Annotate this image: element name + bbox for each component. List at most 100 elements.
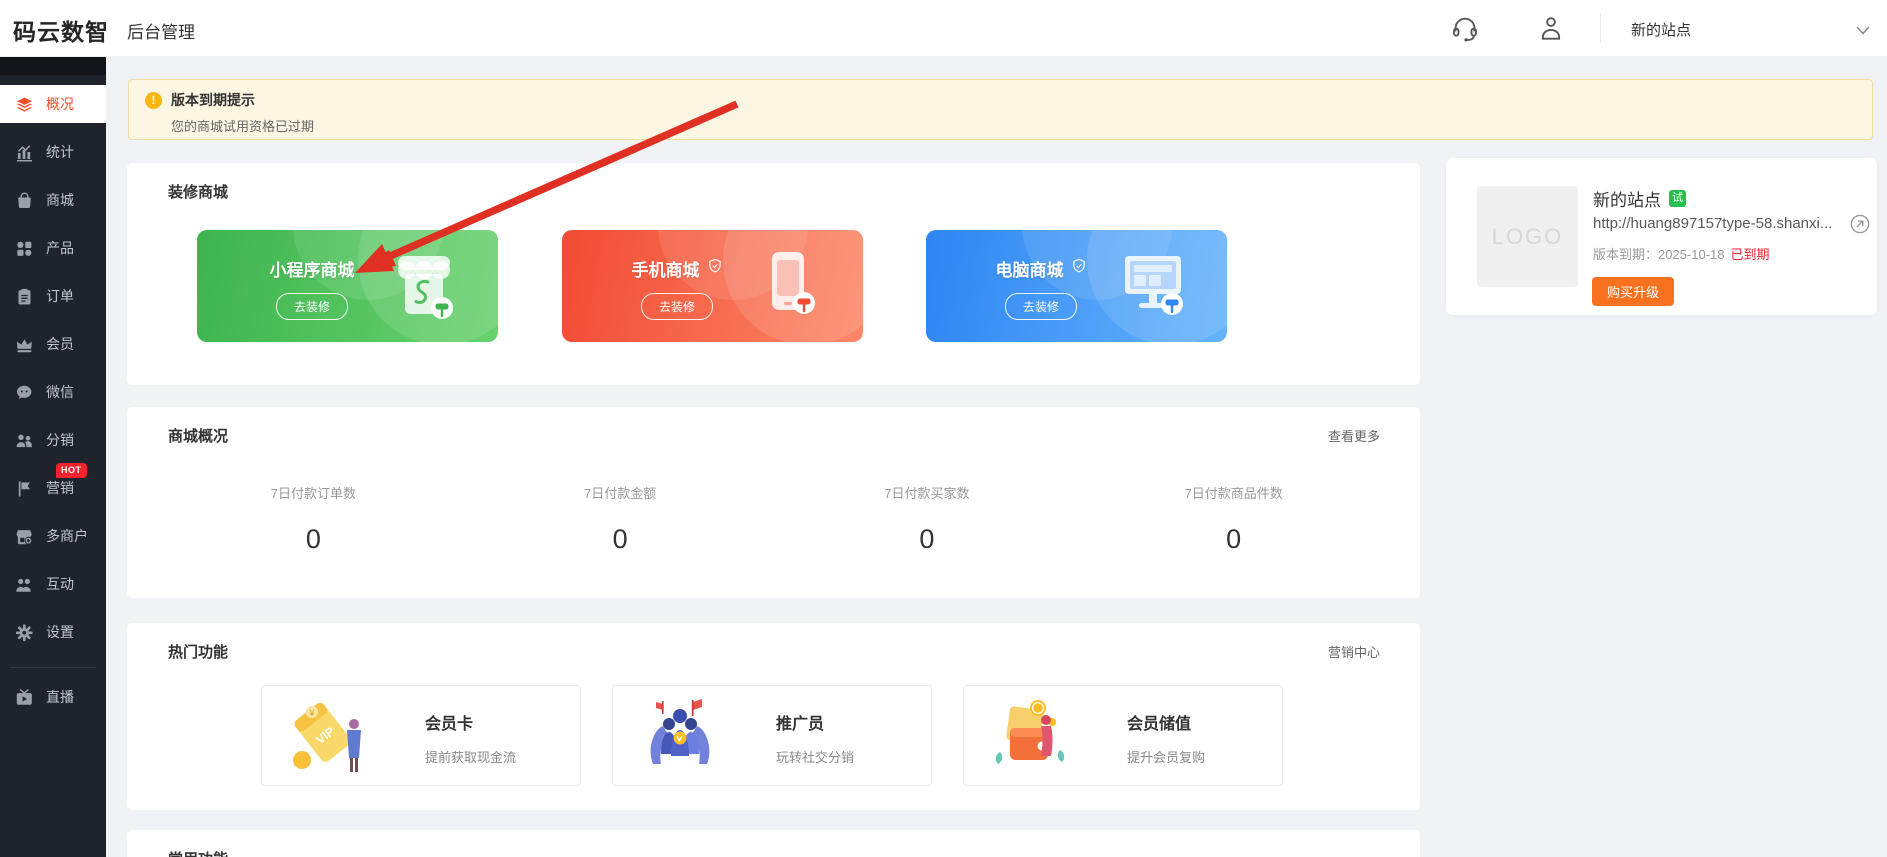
site-switcher[interactable]: 新的站点 (1631, 19, 1691, 40)
sidebar-item-label: 统计 (46, 142, 74, 162)
hot-panel-title: 热门功能 (168, 641, 228, 662)
sidebar-item-mall[interactable]: 商城 (0, 181, 106, 219)
decorate-panel-title: 装修商城 (168, 181, 228, 202)
storefront-icon (392, 248, 456, 324)
stat-0: 7日付款订单数 0 (160, 483, 467, 555)
sidebar-nav: 概况统计商城产品订单会员微信分销营销HOT 多商户互动设置直播 (0, 57, 106, 857)
store-plus-icon (15, 527, 34, 546)
wechat-icon (15, 383, 34, 402)
feature-card-member-card[interactable]: VIP ¥ 会员卡提前获取现金流 (261, 685, 581, 786)
sidebar-item-wechat[interactable]: 微信 (0, 373, 106, 411)
sidebar-item-label: 分销 (46, 430, 74, 450)
stat-label: 7日付款商品件数 (1080, 483, 1387, 502)
warning-icon: ! (145, 92, 162, 109)
decorate-mall-panel: 装修商城 小程序商城去装修 手机商城去装修 电脑商城去装修 (127, 163, 1420, 385)
external-link-icon[interactable] (1850, 214, 1870, 234)
common-panel-title: 常用功能 (168, 848, 228, 857)
sidebar-item-label: 营销 (46, 478, 74, 498)
sidebar-item-live[interactable]: 直播 (0, 678, 106, 716)
stat-label: 7日付款订单数 (160, 483, 467, 502)
shop-card-title: 电脑商城 (996, 256, 1064, 281)
sidebar-item-label: 设置 (46, 622, 74, 642)
gear-icon (15, 623, 34, 642)
go-decorate-button[interactable]: 去装修 (1005, 293, 1077, 320)
headset-icon[interactable] (1450, 13, 1480, 43)
sidebar-item-label: 多商户 (46, 526, 88, 546)
feature-card-stored-value[interactable]: 会员储值提升会员复购 (963, 685, 1283, 786)
sidebar-item-label: 互动 (46, 574, 74, 594)
marketing-center-link[interactable]: 营销中心 (1328, 642, 1380, 661)
sidebar-item-label: 产品 (46, 238, 74, 258)
shop-card-miniprogram-mall[interactable]: 小程序商城去装修 (197, 230, 498, 342)
view-more-link[interactable]: 查看更多 (1328, 426, 1380, 445)
feature-card-promoter[interactable]: 推广员玩转社交分销 (612, 685, 932, 786)
clipboard-icon (15, 287, 34, 306)
top-header: 码云数智 后台管理 新的站点 (0, 0, 1887, 57)
sidebar-item-interaction[interactable]: 互动 (0, 565, 106, 603)
version-date: 2025-10-18 (1658, 247, 1725, 262)
expired-status: 已到期 (1731, 247, 1770, 262)
go-decorate-button[interactable]: 去装修 (641, 293, 713, 320)
stat-1: 7日付款金额0 (467, 483, 774, 555)
common-functions-panel: 常用功能 (127, 830, 1420, 857)
mall-overview-panel: 商城概况 查看更多 7日付款订单数07日付款金额07日付款买家数07日付款商品件… (127, 407, 1420, 598)
monitor-icon (1121, 248, 1185, 324)
grid-icon (15, 239, 34, 258)
shop-card-title: 小程序商城 (270, 256, 355, 281)
brand-subtitle: 后台管理 (127, 18, 195, 43)
sidebar-divider (10, 667, 96, 668)
feature-subtitle: 提升会员复购 (1127, 747, 1205, 766)
site-name: 新的站点 (1593, 186, 1661, 211)
stat-2: 7日付款买家数0 (774, 483, 1081, 555)
sidebar-item-products[interactable]: 产品 (0, 229, 106, 267)
feature-title: 会员储值 (1127, 710, 1205, 734)
hot-features-panel: 热门功能 营销中心 VIP ¥ 会员卡提前获取现金流 推广员玩转社交分销 会员储… (127, 623, 1420, 810)
shop-card-mobile-mall[interactable]: 手机商城去装修 (562, 230, 863, 342)
stat-value: 0 (160, 524, 467, 555)
sidebar-item-members[interactable]: 会员 (0, 325, 106, 363)
sidebar-item-settings[interactable]: 设置 (0, 613, 106, 651)
stat-label: 7日付款买家数 (774, 483, 1081, 502)
site-url-link[interactable]: http://huang897157type-58.shanxi... (1593, 215, 1845, 232)
hot-badge: HOT (56, 463, 87, 478)
stat-3: 7日付款商品件数0 (1080, 483, 1387, 555)
sidebar-item-label: 直播 (46, 687, 74, 707)
buy-upgrade-button[interactable]: 购买升级 (1592, 277, 1674, 306)
feature-subtitle: 玩转社交分销 (776, 747, 854, 766)
sidebar-item-label: 订单 (46, 286, 74, 306)
stored-value-illustration (986, 694, 1076, 778)
bag-icon (15, 191, 34, 210)
person-icon[interactable] (1536, 13, 1566, 43)
live-icon (15, 688, 34, 707)
shop-card-pc-mall[interactable]: 电脑商城去装修 (926, 230, 1227, 342)
sidebar-item-label: 概况 (46, 94, 74, 114)
sidebar-item-statistics[interactable]: 统计 (0, 133, 106, 171)
admin-dashboard: 码云数智 后台管理 新的站点 概况统计商城产品订单会员微信分销营销HOT多商户互 (0, 0, 1887, 857)
banner-subtitle: 您的商城试用资格已过期 (171, 116, 1856, 135)
svg-text:¥: ¥ (308, 708, 315, 718)
sidebar-item-orders[interactable]: 订单 (0, 277, 106, 315)
sidebar-item-marketing[interactable]: 营销HOT (0, 469, 106, 507)
chevron-down-icon[interactable] (1856, 23, 1870, 33)
vip-card-illustration: VIP ¥ (284, 694, 374, 778)
sidebar-item-multi-merchant[interactable]: 多商户 (0, 517, 106, 555)
feature-title: 会员卡 (425, 710, 516, 734)
trial-badge: 试 (1669, 190, 1686, 207)
crown-icon (15, 335, 34, 354)
go-decorate-button[interactable]: 去装修 (276, 293, 348, 320)
header-divider (1600, 14, 1601, 42)
sidebar-item-overview[interactable]: 概况 (0, 85, 106, 123)
sidebar-item-label: 商城 (46, 190, 74, 210)
promoter-illustration (635, 694, 725, 778)
flag-icon (15, 479, 34, 498)
feature-title: 推广员 (776, 710, 854, 734)
version-label: 版本到期： (1593, 247, 1658, 262)
layers-icon (15, 95, 34, 114)
site-info-card: LOGO 新的站点 试 http://huang897157type-58.sh… (1446, 158, 1877, 315)
users-icon (15, 575, 34, 594)
phone-icon (757, 248, 821, 324)
share-users-icon (15, 431, 34, 450)
version-expiry-banner: ! 版本到期提示 您的商城试用资格已过期 (128, 79, 1873, 140)
sidebar-item-distribution[interactable]: 分销 (0, 421, 106, 459)
sidebar-top-strip (0, 57, 106, 75)
